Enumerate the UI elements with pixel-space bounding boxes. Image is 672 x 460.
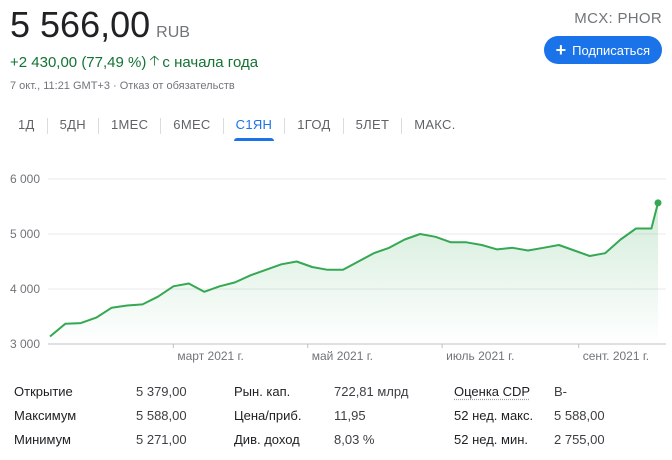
subscribe-label: Подписаться <box>572 42 650 58</box>
stat-value-cdp: B- <box>554 384 567 399</box>
stat-label-open: Открытие <box>14 384 73 399</box>
stat-value-52w-low: 2 755,00 <box>554 432 605 447</box>
tab-divider <box>222 118 224 134</box>
tab-1m[interactable]: 1МЕС <box>103 112 156 140</box>
stat-label-52w-high: 52 нед. макс. <box>454 408 534 423</box>
subscribe-button[interactable]: + Подписаться <box>543 36 662 64</box>
time-range-tabs: 1Д 5ДН 1МЕС 6МЕС С1ЯН 1ГОД 5ЛЕТ МАКС. <box>10 112 464 141</box>
arrow-up-icon: 🡡 <box>149 52 160 68</box>
price-change: +2 430,00 (77,49 %) 🡡 с начала года <box>10 50 258 74</box>
tab-1y[interactable]: 1ГОД <box>289 112 338 140</box>
stat-value-div-yield: 8,03 % <box>334 432 375 447</box>
timestamp-disclaimer[interactable]: 7 окт., 11:21 GMT+3 · Отказ от обязатель… <box>10 80 235 92</box>
y-tick-label: 3 000 <box>10 337 40 351</box>
tab-divider <box>342 118 344 134</box>
stat-value-open: 5 379,00 <box>136 384 187 399</box>
y-tick-label: 5 000 <box>10 227 40 241</box>
y-tick-label: 4 000 <box>10 282 40 296</box>
tab-divider <box>97 118 99 134</box>
stat-label-div-yield: Див. доход <box>234 432 300 447</box>
plus-icon: + <box>555 40 567 60</box>
change-period: с начала года <box>162 53 259 71</box>
tab-divider <box>284 118 286 134</box>
tab-divider <box>46 118 48 134</box>
y-tick-label: 6 000 <box>10 172 40 186</box>
tab-ytd[interactable]: С1ЯН <box>228 112 281 141</box>
exchange-ticker: MCX: PHOR <box>574 10 662 27</box>
stat-value-pe: 11,95 <box>334 408 366 423</box>
stat-label-low: Минимум <box>14 432 71 447</box>
tab-5d[interactable]: 5ДН <box>52 112 94 140</box>
stat-value-52w-high: 5 588,00 <box>554 408 605 423</box>
price-currency: RUB <box>156 24 190 41</box>
stat-value-mktcap: 722,81 млрд <box>334 384 409 399</box>
x-tick-label: март 2021 г. <box>177 349 243 363</box>
tab-5y[interactable]: 5ЛЕТ <box>348 112 398 140</box>
tab-6m[interactable]: 6МЕС <box>165 112 218 140</box>
stat-label-high: Максимум <box>14 408 77 423</box>
tab-divider <box>401 118 403 134</box>
tab-max[interactable]: МАКС. <box>406 112 463 140</box>
x-tick-label: май 2021 г. <box>312 349 373 363</box>
stat-label-cdp[interactable]: Оценка CDP <box>454 382 554 402</box>
price-area <box>50 202 658 344</box>
stats-table: Открытие 5 379,00 Рын. кап. 722,81 млрд … <box>14 382 664 450</box>
current-price-dot <box>654 199 662 207</box>
x-tick-label: сент. 2021 г. <box>583 349 649 363</box>
x-tick-label: июль 2021 г. <box>446 349 514 363</box>
stat-label-pe: Цена/приб. <box>234 408 302 423</box>
price-value: 5 566,00 RUB <box>10 4 190 54</box>
stat-label-52w-low: 52 нед. мин. <box>454 432 528 447</box>
cdp-rating-link[interactable]: Оценка CDP <box>454 384 530 399</box>
change-value: +2 430,00 (77,49 %) <box>10 53 147 71</box>
price-number: 5 566,00 <box>10 4 151 45</box>
stat-label-mktcap: Рын. кап. <box>234 384 291 399</box>
price-chart[interactable]: 6 000 5 000 4 000 3 000 март 2021 г. май 2021… <box>0 165 672 370</box>
stat-value-high: 5 588,00 <box>136 408 187 423</box>
tab-1d[interactable]: 1Д <box>10 112 43 140</box>
stat-value-low: 5 271,00 <box>136 432 187 447</box>
tab-divider <box>160 118 162 134</box>
